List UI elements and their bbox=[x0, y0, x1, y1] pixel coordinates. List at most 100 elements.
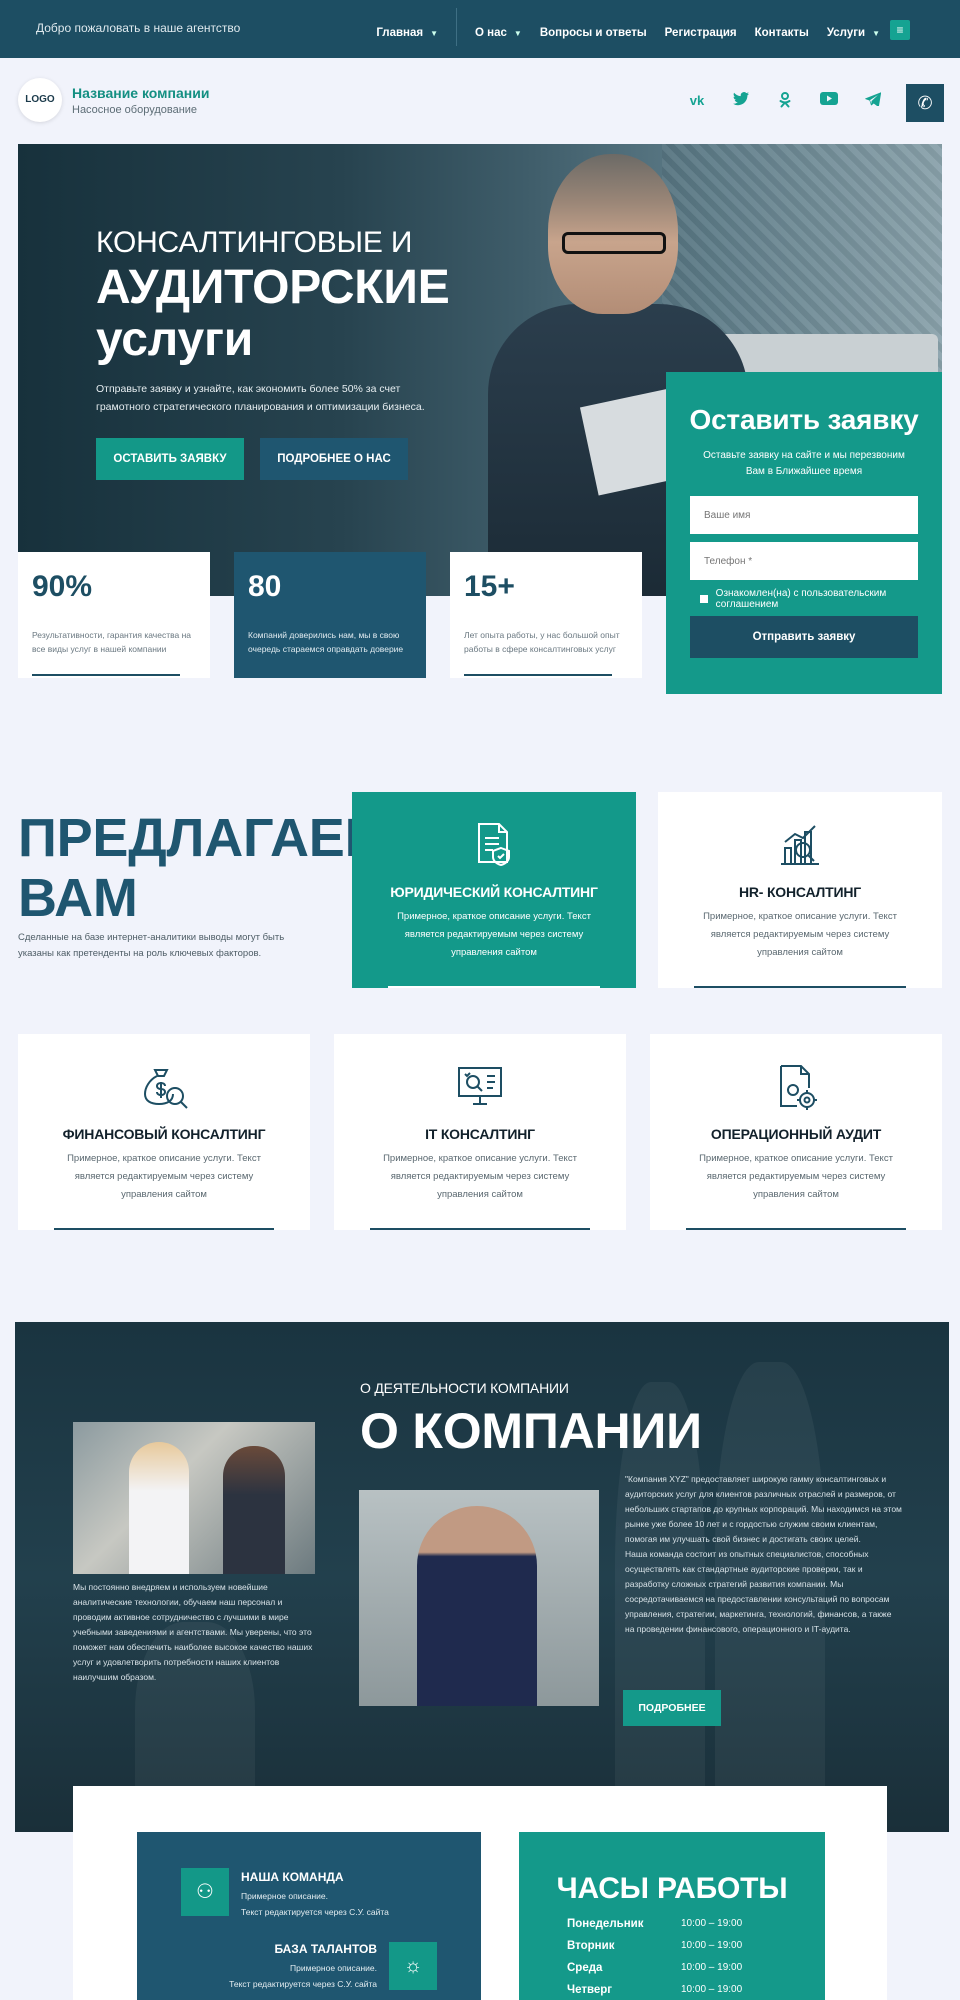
hours-row: Среда 10:00 – 19:00 bbox=[567, 1962, 777, 1974]
form-subtitle: Оставьте заявку на сайте и мы перезвоним… bbox=[703, 450, 905, 477]
odnoklassniki-icon[interactable] bbox=[774, 92, 796, 110]
service-description: Примерное, краткое описание услуги. Текс… bbox=[699, 1153, 893, 1200]
company-subtitle: Насосное оборудование bbox=[72, 104, 198, 116]
businessman-photo bbox=[359, 1490, 599, 1706]
submit-button[interactable]: Отправить заявку bbox=[690, 616, 918, 658]
hours-day: Вторник bbox=[567, 1940, 615, 1952]
service-description: Примерное, краткое описание услуги. Текс… bbox=[397, 911, 591, 958]
hours-day: Понедельник bbox=[567, 1918, 644, 1930]
legal-document-icon bbox=[478, 823, 510, 867]
nav-faq-label: Вопросы и ответы bbox=[539, 27, 647, 39]
about-paragraph: Наша команда состоит из опытных специали… bbox=[625, 1549, 892, 1634]
service-underline bbox=[370, 1228, 590, 1230]
service-card[interactable]: HR- КОНСАЛТИНГ Примерное, краткое описан… bbox=[658, 792, 942, 988]
service-card[interactable]: ФИНАНСОВЫЙ КОНСАЛТИНГ Примерное, краткое… bbox=[18, 1034, 310, 1230]
name-input[interactable] bbox=[690, 496, 918, 534]
hours-day: Среда bbox=[567, 1962, 603, 1974]
nav-contacts[interactable]: Контакты bbox=[755, 27, 809, 39]
talent-icon: ☼ bbox=[389, 1942, 437, 1990]
hr-chart-icon bbox=[781, 825, 819, 865]
service-name: ОПЕРАЦИОННЫЙ АУДИТ bbox=[710, 1126, 882, 1142]
checkbox-icon[interactable] bbox=[700, 595, 708, 603]
team-panel: ⚇ НАША КОМАНДА Примерное описание. Текст… bbox=[137, 1832, 481, 2000]
hours-time: 10:00 – 19:00 bbox=[681, 1918, 743, 1929]
main-nav: Главная ▼ О нас ▼ Вопросы и ответы Регистр… bbox=[376, 8, 880, 46]
hours-day: Четверг bbox=[567, 1984, 613, 1996]
stat-card: 15+ Лет опыта работы, у нас большой опыт… bbox=[450, 552, 642, 678]
service-card[interactable]: IT КОНСАЛТИНГ Примерное, краткое описани… bbox=[334, 1034, 626, 1230]
stat-value: 80 bbox=[248, 570, 282, 603]
stat-underline bbox=[32, 674, 180, 676]
stat-underline bbox=[464, 674, 612, 676]
service-underline bbox=[388, 986, 600, 988]
hero-description: Отправьте заявку и узнайте, как экономит… bbox=[96, 383, 425, 413]
vk-icon[interactable]: vk bbox=[686, 92, 708, 110]
it-monitor-icon bbox=[458, 1067, 502, 1105]
service-name: IT КОНСАЛТИНГ bbox=[425, 1126, 535, 1142]
service-card[interactable]: ОПЕРАЦИОННЫЙ АУДИТ Примерное, краткое оп… bbox=[650, 1034, 942, 1230]
service-card[interactable]: ЮРИДИЧЕСКИЙ КОНСАЛТИНГ Примерное, кратко… bbox=[352, 792, 636, 988]
more-about-button[interactable]: ПОДРОБНЕЕ О НАС bbox=[260, 438, 408, 480]
agree-checkbox[interactable]: Ознакомлен(на) с пользовательским соглаш… bbox=[700, 588, 942, 610]
hours-row: Четверг 10:00 – 19:00 bbox=[567, 1984, 777, 1996]
about-paragraph: "Компания XYZ" предоставляет широкую гам… bbox=[625, 1474, 902, 1544]
twitter-icon[interactable] bbox=[730, 92, 752, 110]
phone-icon[interactable]: ✆ bbox=[906, 84, 944, 122]
nav-faq[interactable]: Вопросы и ответы bbox=[540, 27, 647, 39]
stat-text: Компаний доверились нам, мы в свою очере… bbox=[248, 630, 404, 654]
nav-contacts-label: Контакты bbox=[754, 27, 809, 39]
offer-title: ПРЕДЛАГАЕМ ВАМ bbox=[18, 808, 390, 928]
team-desc-line1: Примерное описание. bbox=[241, 1891, 328, 1901]
agree-label: Ознакомлен(на) с пользовательским соглаш… bbox=[715, 588, 887, 610]
hours-row: Понедельник 10:00 – 19:00 bbox=[567, 1918, 777, 1930]
info-card: ⚇ НАША КОМАНДА Примерное описание. Текст… bbox=[73, 1786, 887, 2000]
service-description: Примерное, краткое описание услуги. Текс… bbox=[383, 1153, 577, 1200]
nav-services[interactable]: Услуги ▼ bbox=[827, 27, 880, 39]
hours-title: ЧАСЫ РАБОТЫ bbox=[556, 1872, 788, 1905]
about-left-text: Мы постоянно внедряем и используем новей… bbox=[73, 1582, 313, 1682]
service-description: Примерное, краткое описание услуги. Текс… bbox=[703, 911, 897, 958]
nav-about[interactable]: О нас ▼ bbox=[475, 27, 522, 39]
nav-home[interactable]: Главная ▼ bbox=[376, 27, 438, 39]
service-name: ЮРИДИЧЕСКИЙ КОНСАЛТИНГ bbox=[390, 884, 598, 900]
stat-text: Результативности, гарантия качества на в… bbox=[32, 630, 192, 654]
team-desc-line2: Текст редактируется через С.У. сайта bbox=[241, 1907, 389, 1917]
talent-desc-line2: Текст редактируется через С.У. сайта bbox=[229, 1979, 377, 1989]
about-section: О ДЕЯТЕЛЬНОСТИ КОМПАНИИ О КОМПАНИИ Мы по… bbox=[15, 1322, 949, 1832]
request-form: Оставить заявку Оставьте заявку на сайте… bbox=[666, 372, 942, 694]
talent-title: БАЗА ТАЛАНТОВ bbox=[274, 1942, 377, 1956]
nav-about-label: О нас bbox=[475, 27, 507, 39]
nav-register-label: Регистрация bbox=[664, 27, 737, 39]
hero-title-line1: КОНСАЛТИНГОВЫЕ И bbox=[96, 226, 413, 259]
phone-input[interactable] bbox=[690, 542, 918, 580]
stat-value: 90% bbox=[32, 570, 93, 603]
talent-desc-line1: Примерное описание. bbox=[290, 1963, 377, 1973]
hours-time: 10:00 – 19:00 bbox=[681, 1984, 743, 1995]
service-underline bbox=[54, 1228, 274, 1230]
form-title: Оставить заявку bbox=[689, 404, 919, 435]
stat-card: 80 Компаний доверились нам, мы в свою оч… bbox=[234, 552, 426, 678]
working-hours-panel: ЧАСЫ РАБОТЫ Понедельник 10:00 – 19:00 Вто… bbox=[519, 1832, 825, 2000]
welcome-text: Добро пожаловать в наше агентство bbox=[36, 21, 241, 35]
nav-services-label: Услуги bbox=[826, 27, 866, 39]
about-title: О КОМПАНИИ bbox=[360, 1403, 702, 1459]
service-description: Примерное, краткое описание услуги. Текс… bbox=[67, 1153, 261, 1200]
telegram-icon[interactable] bbox=[862, 92, 884, 110]
about-more-button[interactable]: ПОДРОБНЕЕ bbox=[623, 1690, 721, 1726]
money-bag-icon bbox=[143, 1069, 188, 1109]
team-title: НАША КОМАНДА bbox=[241, 1870, 344, 1884]
hours-time: 10:00 – 19:00 bbox=[681, 1962, 743, 1973]
service-underline bbox=[686, 1228, 906, 1230]
social-links: vk bbox=[686, 92, 884, 110]
logo[interactable]: LOGO bbox=[18, 78, 62, 122]
hours-time: 10:00 – 19:00 bbox=[681, 1940, 743, 1951]
youtube-icon[interactable] bbox=[818, 92, 840, 110]
hero-title-line2: АУДИТОРСКИЕ услуги bbox=[96, 261, 450, 366]
handshake-photo bbox=[73, 1422, 315, 1574]
menu-icon[interactable]: ≡ bbox=[890, 20, 910, 40]
order-button[interactable]: ОСТАВИТЬ ЗАЯВКУ bbox=[96, 438, 244, 480]
nav-register[interactable]: Регистрация bbox=[665, 27, 737, 39]
stat-value: 15+ bbox=[464, 570, 515, 603]
service-name: HR- КОНСАЛТИНГ bbox=[738, 884, 862, 900]
stat-text: Лет опыта работы, у нас большой опыт раб… bbox=[464, 630, 620, 654]
